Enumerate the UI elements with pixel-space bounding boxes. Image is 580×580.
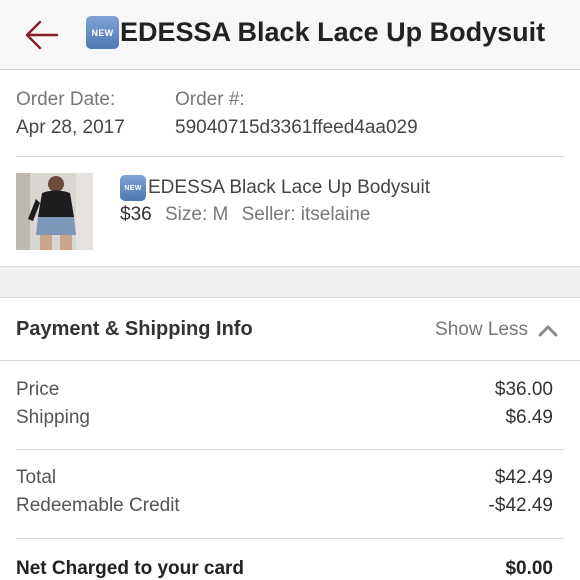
chevron-up-icon bbox=[538, 325, 558, 337]
app-header: NEW EDESSA Black Lace Up Bodysuit bbox=[0, 0, 580, 70]
item-thumbnail[interactable] bbox=[16, 173, 93, 250]
page-title-text: EDESSA Black Lace Up Bodysuit bbox=[120, 17, 546, 47]
total-label: Total bbox=[16, 467, 57, 488]
total-amount: $42.49 bbox=[494, 467, 553, 488]
order-date: Order Date: Apr 28, 2017 bbox=[16, 88, 125, 140]
order-item[interactable]: NEW EDESSA Black Lace Up Bodysuit $36 Si… bbox=[16, 173, 564, 251]
price-amount: $36.00 bbox=[494, 379, 553, 400]
net-charged-label: Net Charged to your card bbox=[16, 558, 245, 579]
product-photo-icon bbox=[16, 173, 93, 250]
shipping-row: Shipping $6.49 bbox=[16, 407, 553, 429]
price-label: Price bbox=[16, 379, 60, 400]
divider bbox=[16, 538, 564, 539]
net-charged-amount: $0.00 bbox=[505, 558, 553, 579]
shipping-label: Shipping bbox=[16, 407, 90, 428]
payment-section-title: Payment & Shipping Info bbox=[16, 318, 253, 340]
divider bbox=[16, 156, 564, 157]
item-seller: Seller: itselaine bbox=[241, 204, 371, 225]
divider bbox=[16, 449, 564, 450]
payment-section-header: Payment & Shipping Info Show Less bbox=[0, 298, 580, 361]
arrow-left-icon bbox=[25, 20, 59, 50]
show-less-label: Show Less bbox=[435, 319, 528, 340]
item-title[interactable]: NEW EDESSA Black Lace Up Bodysuit bbox=[120, 175, 430, 201]
credit-label: Redeemable Credit bbox=[16, 495, 180, 516]
shipping-amount: $6.49 bbox=[505, 407, 553, 428]
credit-row: Redeemable Credit -$42.49 bbox=[16, 495, 553, 517]
order-date-value: Apr 28, 2017 bbox=[16, 117, 125, 138]
item-price: $36 bbox=[120, 204, 152, 225]
total-row: Total $42.49 bbox=[16, 467, 553, 489]
new-badge-icon: NEW bbox=[120, 175, 146, 201]
back-button[interactable] bbox=[24, 18, 60, 52]
order-date-label: Order Date: bbox=[16, 89, 116, 110]
credit-amount: -$42.49 bbox=[488, 495, 553, 516]
new-badge-icon: NEW bbox=[86, 16, 119, 49]
price-row: Price $36.00 bbox=[16, 379, 553, 401]
show-less-toggle[interactable]: Show Less bbox=[435, 319, 558, 341]
item-title-text: EDESSA Black Lace Up Bodysuit bbox=[148, 177, 430, 198]
section-separator bbox=[0, 266, 580, 298]
order-number-label: Order #: bbox=[175, 89, 245, 110]
net-charged-row: Net Charged to your card $0.00 bbox=[16, 558, 553, 580]
item-details: $36 Size: M Seller: itselaine bbox=[120, 204, 370, 226]
page-title: NEW EDESSA Black Lace Up Bodysuit bbox=[86, 16, 566, 49]
order-number: Order #: 59040715d3361ffeed4aa029 bbox=[175, 88, 418, 140]
order-number-value: 59040715d3361ffeed4aa029 bbox=[175, 117, 418, 138]
item-size: Size: M bbox=[164, 204, 229, 225]
